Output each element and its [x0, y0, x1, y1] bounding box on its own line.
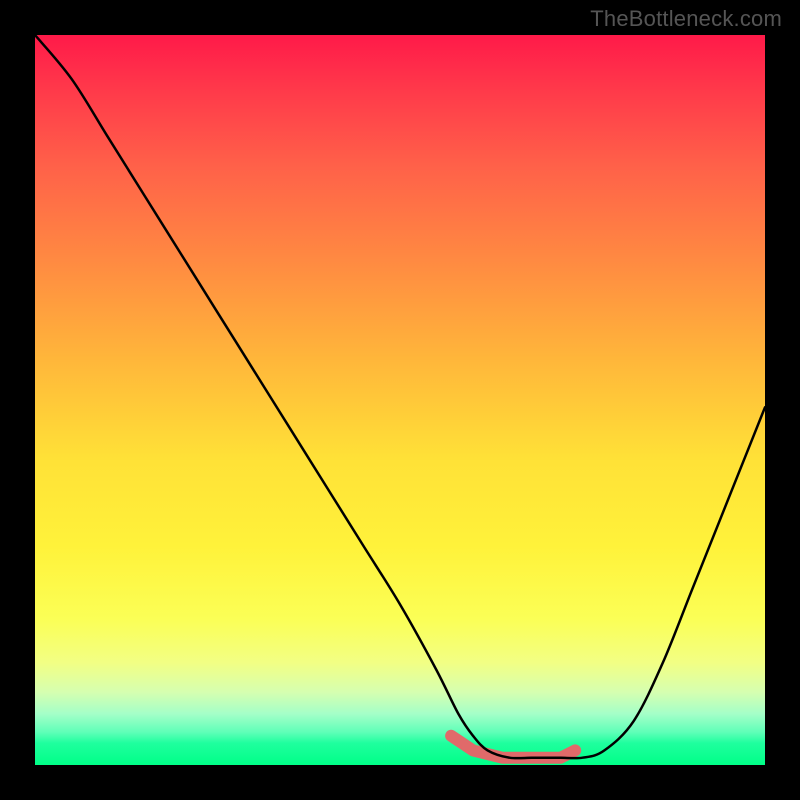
watermark-text: TheBottleneck.com [590, 6, 782, 32]
plot-area [35, 35, 765, 765]
bottleneck-curve-path [35, 35, 765, 758]
chart-frame: TheBottleneck.com [0, 0, 800, 800]
optimal-segment-path [451, 736, 575, 758]
curve-svg [35, 35, 765, 765]
